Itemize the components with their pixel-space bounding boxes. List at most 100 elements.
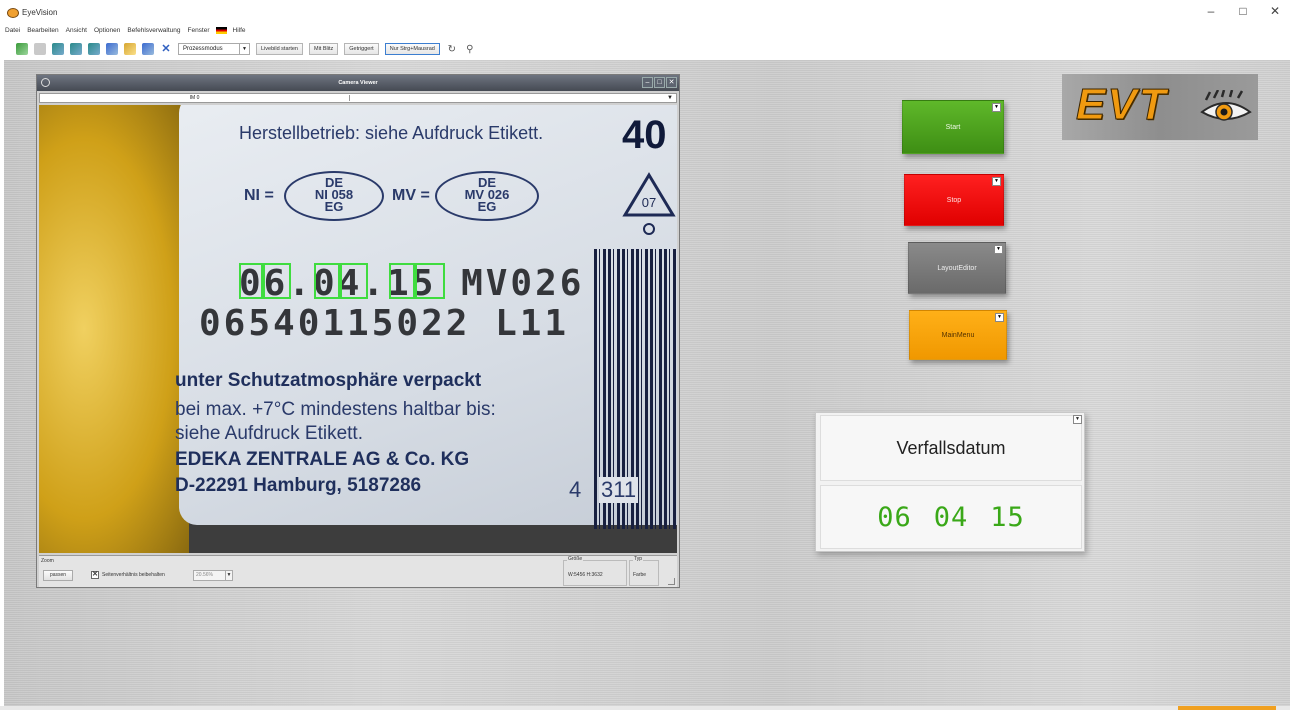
- tab-im0[interactable]: IM 0: [40, 95, 350, 101]
- label-bei-text: bei max. +7°C mindestens haltbar bis:: [175, 399, 496, 420]
- label-herstell-text: Herstellbetrieb: siehe Aufdruck Etikett.: [239, 123, 544, 143]
- ocr-box-digit: [415, 263, 445, 299]
- close-icon[interactable]: ✕: [1268, 4, 1282, 18]
- getriggert-button[interactable]: Getriggert: [344, 43, 379, 55]
- maximize-icon[interactable]: □: [1236, 4, 1250, 18]
- pin-icon[interactable]: [41, 78, 50, 87]
- menu-befehlsverwaltung[interactable]: Befehlsverwaltung: [126, 27, 181, 34]
- network-add-icon[interactable]: [70, 43, 82, 55]
- expiry-date-panel: Verfallsdatum 06 04 15 ▼: [815, 412, 1085, 552]
- rotate-icon[interactable]: ↻: [446, 44, 458, 55]
- mode-select[interactable]: Prozessmodus ▼: [178, 43, 250, 55]
- label-schutz-text: unter Schutzatmosphäre verpackt: [175, 370, 482, 391]
- label-forty-text: 40: [622, 113, 667, 157]
- keep-ratio-label: Seitenverhältnis beibehalten: [102, 572, 165, 578]
- main-menu-button[interactable]: MainMenu ▼: [909, 310, 1007, 360]
- status-bar: [0, 706, 1290, 710]
- recycle-icon: 07: [622, 172, 676, 235]
- ocr-box-digit: [389, 263, 415, 299]
- keep-ratio-checkbox[interactable]: ✕: [91, 571, 99, 579]
- expiry-month: 04: [933, 501, 969, 533]
- oval-stamp-mv: DE MV 026 EG: [435, 171, 539, 221]
- layout-menu-icon[interactable]: ▼: [994, 245, 1003, 254]
- expiry-value-box: 06 04 15: [820, 485, 1082, 549]
- viewer-minimize-icon[interactable]: –: [642, 77, 653, 88]
- evt-logo: EVT: [1062, 74, 1258, 140]
- open-folder-icon[interactable]: [124, 43, 136, 55]
- ocr-box-digit: [239, 263, 263, 299]
- expiry-year: 15: [990, 501, 1025, 533]
- expiry-day: 06: [877, 501, 912, 533]
- main-menu-dropdown-icon[interactable]: ▼: [995, 313, 1004, 322]
- ocr-box-digit: [263, 263, 291, 299]
- refresh-icon[interactable]: [16, 43, 28, 55]
- save-icon[interactable]: [142, 43, 154, 55]
- printed-lot-line: 06540115022 L11: [199, 303, 570, 344]
- viewer-close-icon[interactable]: ✕: [666, 77, 677, 88]
- ocr-box-digit: [314, 263, 340, 299]
- mode-select-value: Prozessmodus: [183, 46, 223, 52]
- zoom-icon[interactable]: ⚲: [464, 44, 476, 55]
- menu-datei[interactable]: Datei: [4, 27, 21, 34]
- tab-dropdown-icon[interactable]: ▼: [667, 95, 673, 101]
- menu-bar: Datei Bearbeiten Ansicht Optionen Befehl…: [0, 24, 1290, 36]
- viewer-maximize-icon[interactable]: □: [654, 77, 665, 88]
- network-remove-icon[interactable]: [88, 43, 100, 55]
- livebild-starten-button[interactable]: Livebild starten: [256, 43, 303, 55]
- fit-button[interactable]: passen: [43, 570, 73, 581]
- stop-menu-icon[interactable]: ▼: [992, 177, 1001, 186]
- stop-button[interactable]: Stop ▼: [904, 174, 1004, 226]
- zoom-label: Zoom: [41, 558, 54, 564]
- viewer-footer: Zoom passen ✕ Seitenverhältnis beibehalt…: [39, 555, 677, 587]
- window-controls: – □ ✕: [1204, 4, 1282, 18]
- resize-grip-icon[interactable]: [668, 578, 675, 585]
- camera-viewer-title: Camera Viewer: [338, 80, 378, 86]
- title-bar: EyeVision – □ ✕: [0, 0, 1290, 24]
- layout-editor-label: LayoutEditor: [937, 264, 977, 272]
- expiry-panel-menu-icon[interactable]: ▼: [1073, 415, 1082, 424]
- camera-viewer-window[interactable]: Camera Viewer – □ ✕ IM 0 ▼ Herstellbetri…: [36, 74, 680, 588]
- mit-blitz-button[interactable]: Mit Blitz: [309, 43, 339, 55]
- main-menu-label: MainMenu: [941, 331, 975, 339]
- layout-editor-button[interactable]: LayoutEditor ▼: [908, 242, 1006, 294]
- size-value: W:5456 H:3632: [568, 572, 603, 578]
- close-program-icon[interactable]: ✕: [160, 43, 172, 55]
- minimize-icon[interactable]: –: [1204, 4, 1218, 18]
- camera-image[interactable]: Herstellbetrieb: siehe Aufdruck Etikett.…: [39, 105, 677, 553]
- ocr-box-digit: [340, 263, 368, 299]
- viewer-window-controls: – □ ✕: [642, 77, 677, 88]
- start-menu-icon[interactable]: ▼: [992, 103, 1001, 112]
- eye-icon: [1200, 90, 1252, 121]
- status-bar-tab[interactable]: [1178, 706, 1276, 710]
- zoom-dropdown-icon[interactable]: ▼: [225, 570, 233, 581]
- start-button-label: Start: [945, 123, 961, 131]
- app-title: EyeVision: [22, 7, 58, 17]
- expiry-title: Verfallsdatum: [896, 437, 1006, 458]
- logo-text: EVT: [1076, 80, 1168, 130]
- label-edeka-text: EDEKA ZENTRALE AG & Co. KG: [175, 449, 470, 470]
- nur-strg-mausrad-button[interactable]: Nur Strg+Mausrad: [384, 43, 440, 55]
- eyevision-app-icon: [6, 6, 19, 18]
- label-hamburg-text: D-22291 Hamburg, 5187286: [175, 475, 422, 496]
- new-file-icon[interactable]: [106, 43, 118, 55]
- viewer-image-tabbar: IM 0 ▼: [39, 93, 677, 103]
- menu-fenster[interactable]: Fenster: [186, 27, 210, 34]
- oval-stamp-ni: DE NI 058 EG: [284, 171, 384, 221]
- oval-mv-line3: EG: [477, 199, 497, 214]
- menu-ansicht[interactable]: Ansicht: [65, 27, 88, 34]
- barcode-digit-four: 4: [569, 477, 582, 502]
- expiry-title-box: Verfallsdatum: [820, 415, 1082, 481]
- grid-icon[interactable]: [34, 43, 46, 55]
- stop-button-label: Stop: [946, 196, 962, 204]
- label-mv-text: MV =: [392, 187, 430, 204]
- menu-hilfe[interactable]: Hilfe: [232, 27, 247, 34]
- recycle-code: 07: [642, 195, 656, 210]
- cheese-product: [39, 105, 189, 553]
- german-flag-icon[interactable]: [215, 26, 227, 34]
- network-icon[interactable]: [52, 43, 64, 55]
- start-button[interactable]: Start ▼: [902, 100, 1004, 154]
- menu-bearbeiten[interactable]: Bearbeiten: [26, 27, 59, 34]
- menu-optionen[interactable]: Optionen: [93, 27, 121, 34]
- toolbar: ✕ Prozessmodus ▼ Livebild starten Mit Bl…: [0, 38, 1290, 60]
- camera-viewer-titlebar[interactable]: Camera Viewer – □ ✕: [37, 75, 679, 91]
